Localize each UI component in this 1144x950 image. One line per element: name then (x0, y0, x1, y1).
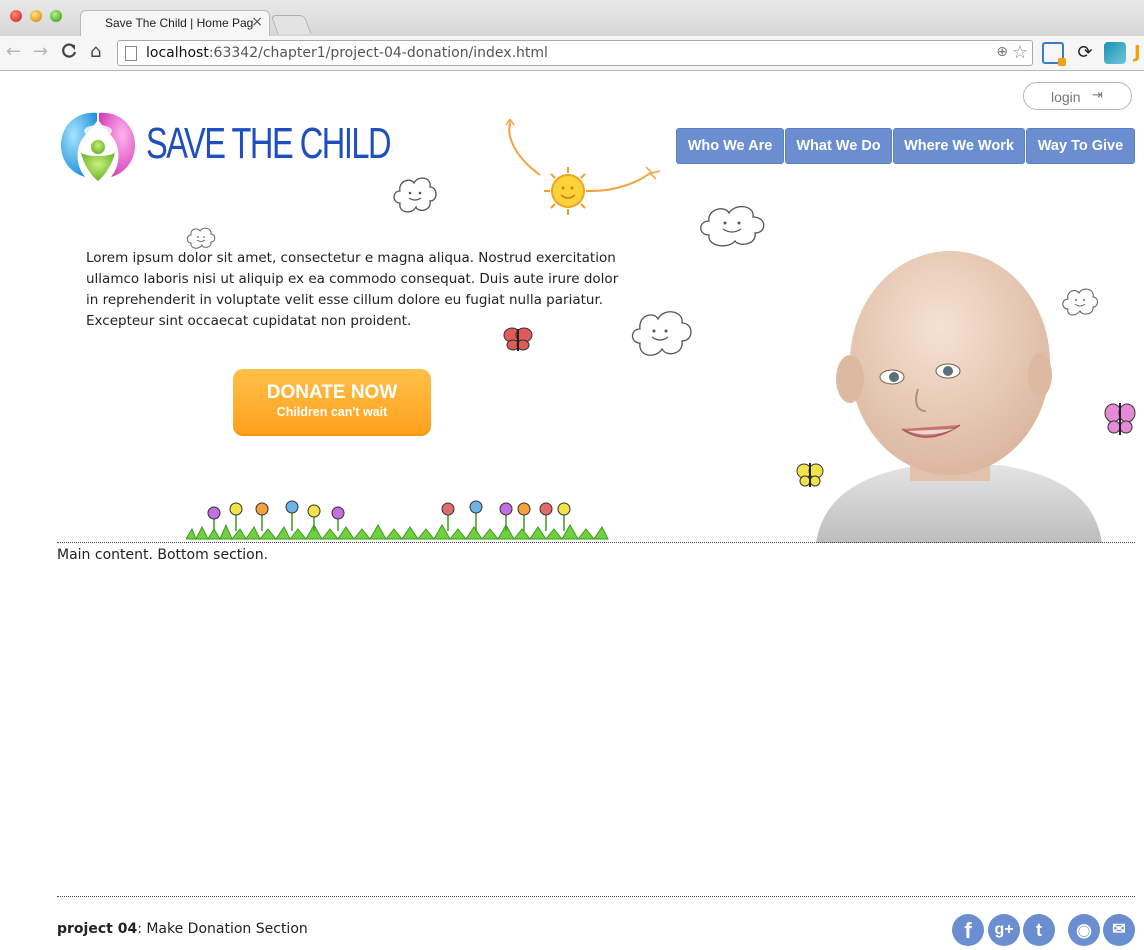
new-tab-button[interactable] (270, 15, 312, 34)
google-plus-icon[interactable]: g+ (988, 914, 1020, 946)
extension-cast-icon[interactable] (1042, 42, 1066, 66)
intro-text: Lorem ipsum dolor sit amet, consectetur … (86, 250, 619, 329)
cloud-drawing (390, 173, 440, 217)
nav-what-we-do[interactable]: What We Do (785, 128, 892, 164)
browser-titlebar: Save The Child | Home Page × (0, 0, 1144, 36)
twitter-icon[interactable]: t (1023, 914, 1055, 946)
extension-j-icon[interactable]: J (1134, 42, 1144, 64)
cloud-drawing (695, 201, 771, 251)
tab-title: Save The Child | Home Page (105, 16, 253, 30)
page-icon (125, 46, 137, 61)
login-icon: ⇥ (1092, 88, 1103, 103)
nav-where-we-work[interactable]: Where We Work (893, 128, 1025, 164)
extension-sync-icon[interactable]: ⟳ (1074, 42, 1096, 64)
close-window-button[interactable] (10, 10, 22, 22)
facebook-icon[interactable]: f (952, 914, 984, 946)
minimize-window-button[interactable] (30, 10, 42, 22)
donate-now-button[interactable]: DONATE NOW Children can't wait (233, 369, 431, 436)
logo-icon[interactable] (59, 109, 137, 185)
extension-wave-icon[interactable] (1104, 42, 1126, 64)
bookmark-star-icon[interactable]: ☆ (1012, 42, 1028, 63)
flowers-grass-drawing (186, 495, 610, 541)
address-bar[interactable]: localhost:63342/chapter1/project-04-dona… (117, 40, 1033, 66)
mail-icon[interactable]: ✉ (1103, 914, 1135, 946)
cloud-drawing (628, 305, 694, 361)
zoom-window-button[interactable] (50, 10, 62, 22)
footer-divider (57, 896, 1135, 897)
main-content-text: Main content. Bottom section. (57, 547, 269, 563)
page: login ⇥ SAVE THE CHILD Who We Are What W… (0, 71, 1144, 950)
nav-way-to-give[interactable]: Way To Give (1026, 128, 1135, 164)
rss-icon[interactable]: ◉ (1068, 914, 1100, 946)
hero-divider (57, 542, 1135, 543)
nav-who-we-are[interactable]: Who We Are (676, 128, 784, 164)
donate-main-label: DONATE NOW (266, 382, 398, 403)
donate-sub-label: Children can't wait (276, 405, 388, 419)
close-icon[interactable]: × (251, 14, 263, 30)
browser-toolbar: ← → ⌂ localhost:63342/chapter1/project-0… (0, 36, 1144, 71)
logo-text[interactable]: SAVE THE CHILD (146, 119, 392, 169)
sun-drawing (500, 119, 665, 219)
login-label: login (1051, 89, 1081, 105)
reload-icon[interactable] (60, 42, 78, 65)
zoom-icon[interactable]: ⊕ (996, 44, 1008, 60)
back-icon[interactable]: ← (6, 42, 21, 62)
child-photo (810, 251, 1110, 543)
home-icon[interactable]: ⌂ (90, 42, 101, 62)
browser-tab[interactable]: Save The Child | Home Page × (80, 10, 270, 36)
footer-project-desc: : Make Donation Section (137, 921, 308, 937)
footer-project-label: project 04 (57, 921, 138, 937)
forward-icon[interactable]: → (33, 42, 48, 62)
login-button[interactable]: login ⇥ (1023, 82, 1132, 110)
footer-project-text: project 04: Make Donation Section (57, 921, 308, 937)
url-text[interactable]: localhost:63342/chapter1/project-04-dona… (146, 45, 548, 61)
